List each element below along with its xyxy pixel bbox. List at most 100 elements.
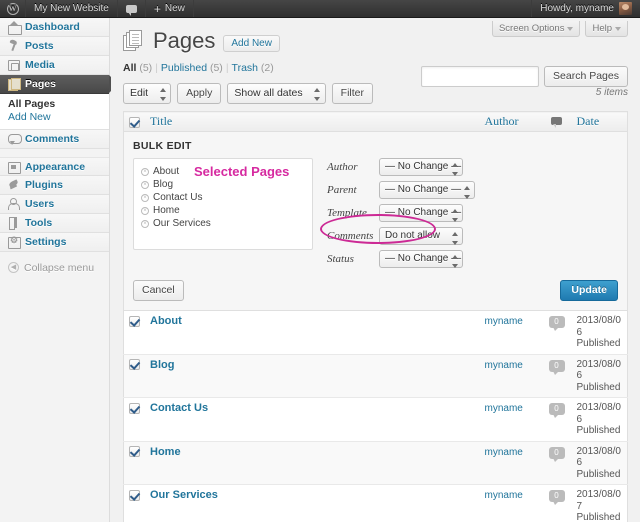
selected-page-label: Home	[153, 205, 180, 216]
screen-options-button[interactable]: Screen Options	[491, 21, 581, 37]
bulk-edit-row: BULK EDIT × About × Blog × Contact Us × …	[123, 131, 628, 311]
list-item[interactable]: × Contact Us	[141, 191, 305, 204]
row-author-cell: myname	[479, 441, 542, 485]
row-author-cell: myname	[479, 354, 542, 398]
row-checkbox[interactable]	[129, 446, 140, 458]
account-menu[interactable]: Howdy, myname	[531, 0, 640, 17]
apply-button-top[interactable]: Apply	[177, 83, 222, 104]
sidebar-item-posts[interactable]: Posts	[0, 37, 109, 56]
row-select-cell[interactable]	[123, 484, 145, 522]
sidebar-item-settings[interactable]: Settings	[0, 233, 109, 252]
page-title-link[interactable]: Contact Us	[150, 402, 208, 414]
remove-icon[interactable]: ×	[141, 167, 149, 176]
remove-icon[interactable]: ×	[141, 206, 149, 215]
screen-meta-links: Screen Options Help	[491, 21, 628, 37]
select-all-header[interactable]	[123, 111, 145, 132]
sidebar-item-dashboard[interactable]: Dashboard	[0, 18, 109, 37]
row-select-cell[interactable]	[123, 310, 145, 355]
pages-table: Title Author Date BULK EDIT × About × Bl…	[123, 111, 628, 522]
tablenav-top: Edit Apply Show all dates Filter 5 items	[123, 83, 628, 104]
selected-pages-annotation: Selected Pages	[194, 164, 290, 179]
parent-select[interactable]: — No Change —	[379, 181, 475, 199]
author-link[interactable]: myname	[485, 316, 523, 327]
row-select-cell[interactable]	[123, 397, 145, 442]
date-filter-value: Show all dates	[234, 87, 303, 99]
site-name-menu[interactable]: My New Website	[26, 0, 118, 17]
adminbar-new-button[interactable]: + New	[146, 0, 194, 17]
adminbar-comments-button[interactable]	[118, 0, 146, 17]
comment-count-bubble[interactable]: 0	[548, 316, 565, 331]
sidebar-item-users[interactable]: Users	[0, 195, 109, 214]
field-status: Status — No Change —	[327, 250, 618, 268]
row-checkbox[interactable]	[129, 489, 140, 501]
help-button[interactable]: Help	[585, 21, 628, 37]
filter-link-published[interactable]: Published	[161, 62, 207, 74]
status-select[interactable]: — No Change —	[379, 250, 463, 268]
column-header-date[interactable]: Date	[571, 111, 628, 132]
wordpress-admin-screen: W My New Website + New Howdy, myname Das…	[0, 0, 640, 522]
collapse-menu-button[interactable]: ◀ Collapse menu	[0, 258, 109, 277]
table-row: Our Services myname 0 2013/08/0 7 Publis…	[123, 484, 628, 522]
comment-count-bubble[interactable]: 0	[548, 490, 565, 505]
row-select-cell[interactable]	[123, 441, 145, 485]
page-title-link[interactable]: About	[150, 315, 182, 327]
row-comments-cell: 0	[541, 397, 572, 442]
remove-icon[interactable]: ×	[141, 219, 149, 228]
author-link[interactable]: myname	[485, 403, 523, 414]
sidebar-item-appearance[interactable]: Appearance	[0, 157, 109, 176]
sidebar-item-media[interactable]: Media	[0, 56, 109, 75]
author-link[interactable]: myname	[485, 447, 523, 458]
row-title-cell: Contact Us	[145, 397, 480, 442]
comment-count-bubble[interactable]: 0	[548, 403, 565, 418]
field-template: Template — No Change —	[327, 204, 618, 222]
remove-icon[interactable]: ×	[141, 193, 149, 202]
template-select-value: — No Change —	[385, 207, 462, 218]
filter-link-all[interactable]: All	[123, 62, 136, 74]
submenu-item-all-pages[interactable]: All Pages	[8, 98, 109, 111]
pages-stack-icon	[123, 30, 145, 52]
list-item[interactable]: × Our Services	[141, 217, 305, 230]
page-title-link[interactable]: Home	[150, 446, 181, 458]
sidebar-item-tools[interactable]: Tools	[0, 214, 109, 233]
row-status: Published	[576, 381, 621, 393]
author-select-value: — No Change —	[385, 161, 462, 172]
author-select[interactable]: — No Change —	[379, 158, 463, 176]
wordpress-logo-button[interactable]: W	[0, 0, 26, 17]
list-item[interactable]: × Home	[141, 204, 305, 217]
select-all-checkbox[interactable]	[129, 116, 140, 128]
column-header-title[interactable]: Title	[145, 111, 480, 132]
sidebar-item-comments[interactable]: Comments	[0, 130, 109, 149]
page-title-link[interactable]: Our Services	[150, 489, 218, 501]
sidebar-item-plugins[interactable]: Plugins	[0, 176, 109, 195]
template-select[interactable]: — No Change —	[379, 204, 463, 222]
sidebar-item-pages[interactable]: Pages	[0, 75, 118, 94]
row-checkbox[interactable]	[129, 315, 140, 327]
page-title-link[interactable]: Blog	[150, 359, 174, 371]
filter-link-trash[interactable]: Trash	[232, 62, 258, 74]
row-comments-cell: 0	[541, 310, 572, 355]
comment-count-bubble[interactable]: 0	[548, 359, 565, 375]
bulk-action-select-top[interactable]: Edit	[123, 83, 172, 104]
comments-select-value: Do not allow	[385, 230, 441, 241]
remove-icon[interactable]: ×	[141, 180, 149, 189]
author-link[interactable]: myname	[485, 360, 523, 371]
update-button[interactable]: Update	[560, 280, 618, 301]
comments-select[interactable]: Do not allow	[379, 227, 463, 245]
selected-page-label: Contact Us	[153, 192, 203, 203]
row-author-cell: myname	[479, 310, 542, 355]
list-item[interactable]: × Blog	[141, 178, 305, 191]
submenu-item-add-new[interactable]: Add New	[8, 111, 109, 124]
items-count-top: 5 items	[595, 87, 628, 98]
row-checkbox[interactable]	[129, 359, 140, 371]
filter-button[interactable]: Filter	[331, 83, 373, 104]
row-checkbox[interactable]	[129, 402, 140, 414]
site-name-label: My New Website	[34, 3, 109, 14]
cancel-button[interactable]: Cancel	[133, 280, 184, 301]
date-filter-select[interactable]: Show all dates	[227, 83, 326, 104]
row-select-cell[interactable]	[123, 354, 145, 398]
add-new-button[interactable]: Add New	[223, 34, 280, 52]
comment-count-bubble[interactable]: 0	[548, 446, 565, 462]
author-link[interactable]: myname	[485, 490, 523, 501]
field-label-author: Author	[327, 161, 358, 173]
field-label-template: Template	[327, 207, 367, 219]
